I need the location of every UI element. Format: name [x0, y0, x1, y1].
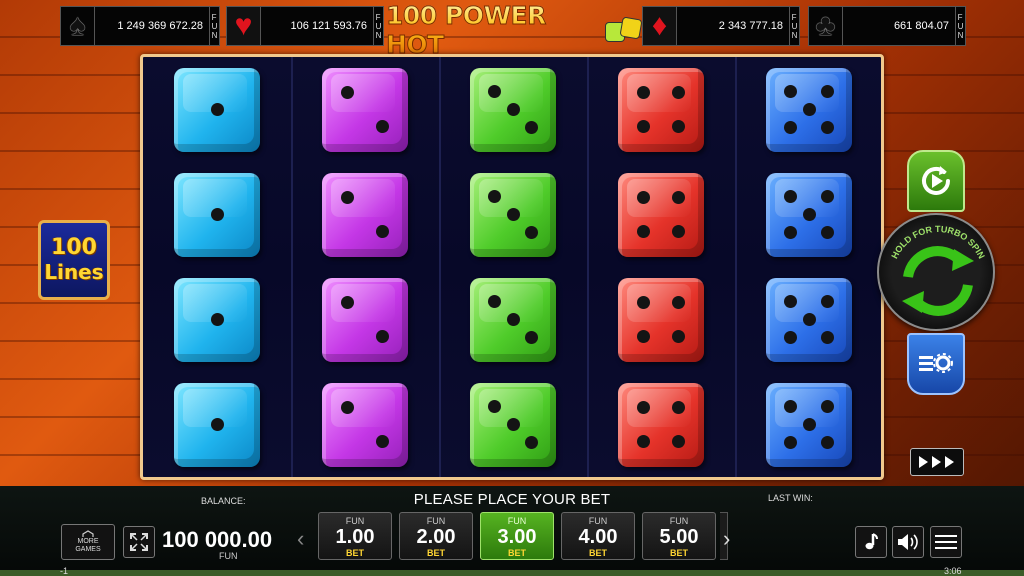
reel-5 [735, 57, 883, 477]
jackpot-value: 1 249 369 672.28 [117, 20, 203, 32]
bet-amount: 2.00 [416, 526, 456, 548]
bet-settings-button[interactable] [907, 333, 965, 395]
bet-option[interactable]: FUN 3.00 BET [480, 512, 554, 560]
reel-1 [143, 57, 291, 477]
dice-symbol-3 [470, 277, 556, 362]
spin-hint-text: HOLD FOR TURBO SPIN [889, 224, 987, 316]
dice-symbol-4 [618, 277, 704, 362]
sound-button[interactable] [892, 526, 924, 558]
dice-symbol-5 [766, 67, 852, 152]
jackpot-clubs: ♣ 661 804.07 FUN [808, 6, 966, 46]
dice-symbol-2 [322, 382, 408, 467]
dice-symbol-4 [618, 382, 704, 467]
bet-prev-arrow-icon[interactable]: ‹ [297, 526, 304, 552]
spade-icon: ♠ [61, 7, 95, 45]
more-games-button[interactable]: MORE GAMES [61, 524, 115, 560]
spin-button[interactable]: HOLD FOR TURBO SPIN [877, 213, 995, 331]
bet-label: BET [589, 548, 607, 558]
bet-label: BET [508, 548, 526, 558]
dice-symbol-2 [322, 277, 408, 362]
dice-symbol-5 [766, 277, 852, 362]
music-button[interactable] [855, 526, 887, 558]
dice-logo-icon [603, 16, 643, 44]
game-logo: 100 POWER HOT [386, 1, 643, 60]
diamond-icon: ♦ [643, 7, 677, 45]
bet-currency: FUN [588, 516, 608, 526]
home-icon [82, 530, 94, 537]
jackpot-value: 661 804.07 [893, 20, 949, 32]
spin-arrows-icon [902, 246, 974, 316]
jackpot-value: 106 121 593.76 [290, 20, 367, 32]
bet-option[interactable]: FUN 5.00 BET [642, 512, 716, 560]
bet-currency: FUN [426, 516, 446, 526]
reel-frame [140, 54, 884, 480]
last-win-label: LAST WIN: [768, 493, 813, 503]
jackpot-currency: FUN [955, 7, 965, 45]
clock: 3:06 [944, 566, 962, 576]
dice-symbol-2 [322, 67, 408, 152]
bet-next-arrow-icon[interactable]: › [723, 526, 730, 552]
bet-currency: FUN [345, 516, 365, 526]
fast-forward-icon [919, 456, 954, 468]
jackpot-currency: FUN [789, 7, 799, 45]
bet-currency: FUN [507, 516, 527, 526]
game-title: 100 POWER HOT [386, 1, 597, 60]
jackpot-bar: ♠ 1 249 369 672.28 FUN ♥ 106 121 593.76 … [0, 1, 1024, 60]
lines-badge: 100 Lines [38, 220, 110, 300]
balance-currency: FUN [219, 551, 238, 561]
bet-option[interactable]: FUN 1.00 BET [318, 512, 392, 560]
jackpot-currency: FUN [373, 7, 383, 45]
footer-counter: -1 [60, 566, 69, 576]
dice-symbol-1 [174, 382, 260, 467]
bet-option[interactable]: FUN 2.00 BET [399, 512, 473, 560]
jackpot-value: 2 343 777.18 [718, 20, 783, 32]
bet-amount: 1.00 [335, 526, 375, 548]
heart-icon: ♥ [227, 7, 261, 45]
dice-symbol-4 [618, 67, 704, 152]
menu-button[interactable] [930, 526, 962, 558]
quickspin-button[interactable] [910, 448, 964, 476]
speaker-icon [898, 534, 918, 550]
bet-amount: 5.00 [659, 526, 699, 548]
dice-symbol-3 [470, 382, 556, 467]
fullscreen-button[interactable] [123, 526, 155, 558]
status-message: PLEASE PLACE YOUR BET [413, 491, 611, 508]
autoplay-icon [922, 166, 950, 195]
balance-value: 100 000.00 [162, 527, 273, 552]
dice-symbol-2 [322, 172, 408, 257]
reel-2 [291, 57, 439, 477]
dice-symbol-1 [174, 277, 260, 362]
dice-symbol-4 [618, 172, 704, 257]
reel-4 [587, 57, 735, 477]
bet-label: BET [427, 548, 445, 558]
bottom-bar: BALANCE: PLEASE PLACE YOUR BET LAST WIN:… [0, 486, 1024, 576]
club-icon: ♣ [809, 7, 843, 45]
autoplay-button[interactable] [907, 150, 965, 212]
dice-symbol-1 [174, 172, 260, 257]
jackpot-currency: FUN [209, 7, 219, 45]
dice-symbol-1 [174, 67, 260, 152]
bet-amount: 3.00 [497, 526, 537, 548]
reel-3 [439, 57, 587, 477]
jackpot-spades: ♠ 1 249 369 672.28 FUN [60, 6, 220, 46]
bet-option[interactable]: FUN 4.00 BET [561, 512, 635, 560]
dice-symbol-5 [766, 382, 852, 467]
settings-icon [919, 353, 953, 373]
bet-amount: 4.00 [578, 526, 618, 548]
dice-symbol-3 [470, 172, 556, 257]
music-note-icon [865, 533, 878, 550]
hamburger-menu-icon [935, 535, 957, 549]
lines-label: Lines [44, 260, 104, 284]
fullscreen-icon [130, 533, 148, 551]
dice-symbol-3 [470, 67, 556, 152]
jackpot-hearts: ♥ 106 121 593.76 FUN [226, 6, 384, 46]
jackpot-diamonds: ♦ 2 343 777.18 FUN [642, 6, 800, 46]
dice-symbol-5 [766, 172, 852, 257]
bet-label: BET [670, 548, 688, 558]
bet-currency: FUN [669, 516, 689, 526]
bet-label: BET [346, 548, 364, 558]
lines-count: 100 [51, 235, 97, 260]
footer-strip [0, 570, 1024, 576]
